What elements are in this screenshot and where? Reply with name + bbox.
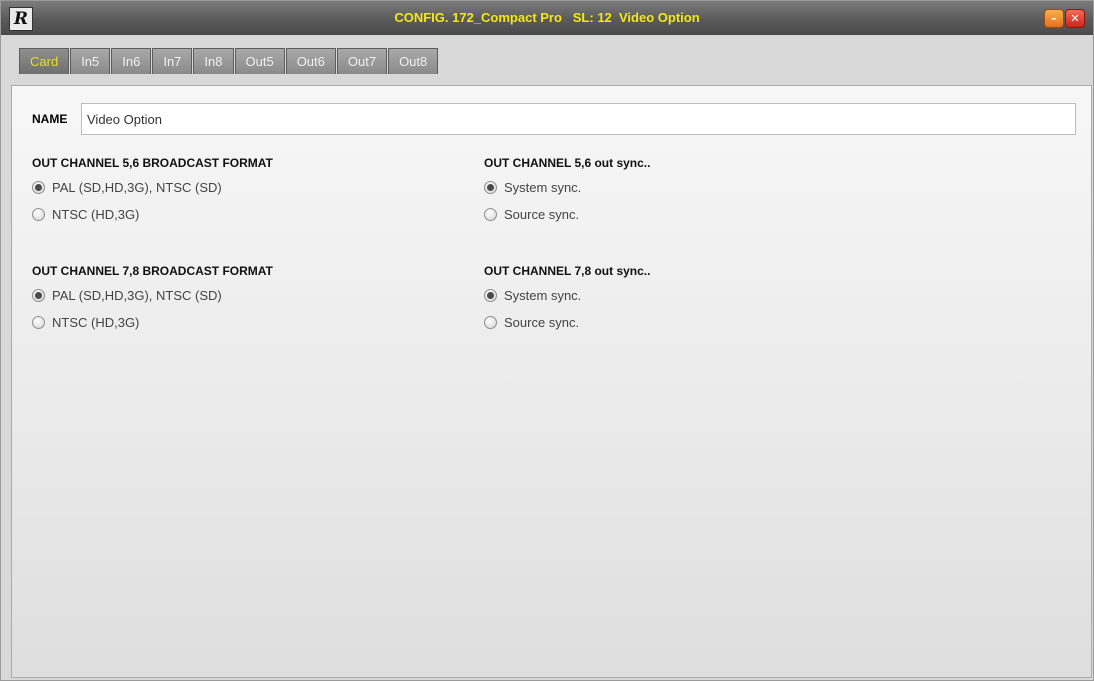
section-title: OUT CHANNEL 7,8 BROADCAST FORMAT [32, 264, 273, 278]
out-5-6-broadcast-format: OUT CHANNEL 5,6 BROADCAST FORMAT PAL (SD… [32, 156, 273, 228]
radio-unchecked-icon[interactable] [32, 208, 45, 221]
out-7-8-broadcast-format: OUT CHANNEL 7,8 BROADCAST FORMAT PAL (SD… [32, 264, 273, 336]
out-5-6-out-sync: OUT CHANNEL 5,6 out sync.. System sync. … [484, 156, 650, 228]
radio-option-pal[interactable]: PAL (SD,HD,3G), NTSC (SD) [32, 282, 273, 309]
tab-bar: Card In5 In6 In7 In8 Out5 Out6 Out7 Out8 [19, 42, 1091, 74]
radio-option-ntsc[interactable]: NTSC (HD,3G) [32, 309, 273, 336]
section-title: OUT CHANNEL 7,8 out sync.. [484, 264, 651, 278]
radio-label: PAL (SD,HD,3G), NTSC (SD) [52, 288, 222, 303]
radio-checked-icon[interactable] [484, 289, 497, 302]
radio-option-ntsc[interactable]: NTSC (HD,3G) [32, 201, 273, 228]
radio-label: Source sync. [504, 315, 580, 330]
radio-option-system-sync[interactable]: System sync. [484, 174, 650, 201]
radio-unchecked-icon[interactable] [484, 208, 497, 221]
radio-option-pal[interactable]: PAL (SD,HD,3G), NTSC (SD) [32, 174, 273, 201]
radio-label: PAL (SD,HD,3G), NTSC (SD) [52, 180, 222, 195]
tab-out5[interactable]: Out5 [234, 48, 285, 74]
minimize-button[interactable]: – [1044, 9, 1064, 28]
radio-label: NTSC (HD,3G) [52, 315, 140, 330]
radio-label: NTSC (HD,3G) [52, 207, 140, 222]
out-7-8-out-sync: OUT CHANNEL 7,8 out sync.. System sync. … [484, 264, 650, 336]
radio-option-source-sync[interactable]: Source sync. [484, 309, 650, 336]
radio-checked-icon[interactable] [32, 289, 45, 302]
tab-in7[interactable]: In7 [152, 48, 193, 74]
close-button[interactable]: ✕ [1065, 9, 1085, 28]
radio-label: System sync. [504, 180, 582, 195]
radio-checked-icon[interactable] [484, 181, 497, 194]
radio-unchecked-icon[interactable] [484, 316, 497, 329]
radio-checked-icon[interactable] [32, 181, 45, 194]
tab-out7[interactable]: Out7 [336, 48, 388, 74]
config-window: R CONFIG. 172_Compact Pro SL: 12 Video O… [0, 0, 1094, 681]
title-bar[interactable]: R CONFIG. 172_Compact Pro SL: 12 Video O… [1, 1, 1093, 35]
tab-in6[interactable]: In6 [111, 48, 152, 74]
radio-label: Source sync. [504, 207, 580, 222]
radio-unchecked-icon[interactable] [32, 316, 45, 329]
section-title: OUT CHANNEL 5,6 out sync.. [484, 156, 651, 170]
section-title: OUT CHANNEL 5,6 BROADCAST FORMAT [32, 156, 273, 170]
tab-card[interactable]: Card [19, 48, 70, 74]
card-panel: NAME OUT CHANNEL 5,6 BROADCAST FORMAT PA… [11, 85, 1092, 678]
tab-in5[interactable]: In5 [70, 48, 111, 74]
name-label: NAME [32, 112, 68, 126]
tab-out6[interactable]: Out6 [285, 48, 336, 74]
radio-option-system-sync[interactable]: System sync. [484, 282, 650, 309]
window-title: CONFIG. 172_Compact Pro SL: 12 Video Opt… [394, 10, 700, 25]
name-input[interactable] [81, 103, 1076, 135]
radio-label: System sync. [504, 288, 582, 303]
tab-out8[interactable]: Out8 [388, 48, 439, 74]
radio-option-source-sync[interactable]: Source sync. [484, 201, 650, 228]
tab-in8[interactable]: In8 [193, 48, 234, 74]
